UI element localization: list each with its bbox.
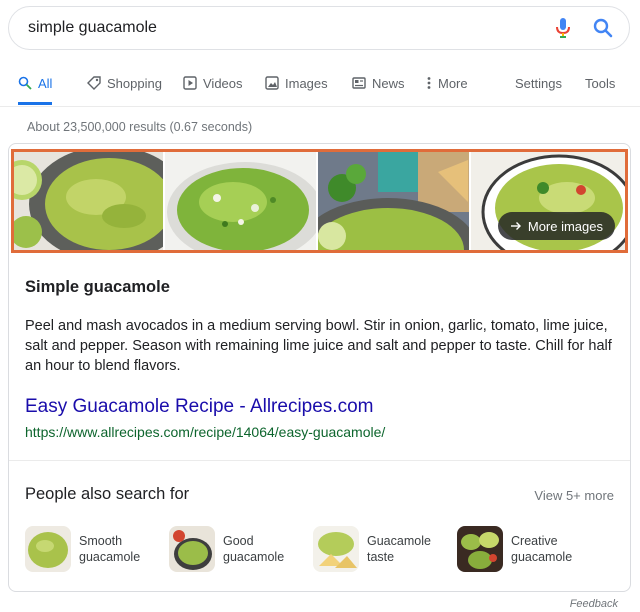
tab-images[interactable]: Images bbox=[265, 62, 328, 104]
search-input[interactable]: simple guacamole bbox=[28, 19, 543, 37]
pasf-thumbnail bbox=[169, 526, 215, 572]
knowledge-description: Peel and mash avocados in a medium servi… bbox=[25, 318, 612, 374]
pasf-item-guacamole-taste[interactable]: Guacamole taste bbox=[313, 524, 447, 574]
settings-link[interactable]: Settings bbox=[515, 62, 562, 104]
tag-icon bbox=[87, 76, 101, 90]
search-tabs: All Shopping Videos Images News More Set… bbox=[0, 62, 640, 107]
newspaper-icon bbox=[352, 77, 366, 89]
image-strip: More images bbox=[11, 149, 628, 253]
feedback-link[interactable]: Feedback bbox=[570, 598, 618, 610]
search-icon bbox=[18, 76, 32, 90]
tools-link[interactable]: Tools bbox=[585, 62, 615, 104]
pasf-label-line: Guacamole bbox=[367, 534, 431, 548]
arrow-right-icon bbox=[510, 222, 521, 230]
pasf-label-line: taste bbox=[367, 550, 395, 564]
play-icon bbox=[183, 76, 197, 90]
tab-news[interactable]: News bbox=[352, 62, 405, 104]
tab-videos[interactable]: Videos bbox=[183, 62, 243, 104]
guacamole-image-3[interactable] bbox=[317, 152, 469, 250]
pasf-label-line: Creative bbox=[511, 534, 558, 548]
pasf-label-line: Good bbox=[223, 534, 254, 548]
result-link-title[interactable]: Easy Guacamole Recipe - Allrecipes.com bbox=[25, 396, 373, 418]
pasf-label: Smooth guacamole bbox=[79, 533, 159, 565]
pasf-label: Guacamole taste bbox=[367, 533, 447, 565]
view-more-link[interactable]: View 5+ more bbox=[534, 488, 614, 503]
pasf-label-line: guacamole bbox=[511, 550, 573, 564]
guacamole-image-1[interactable] bbox=[14, 152, 164, 250]
kebab-icon bbox=[427, 77, 431, 89]
tab-more[interactable]: More bbox=[426, 62, 468, 104]
knowledge-card: More images Simple guacamole Peel and ma… bbox=[8, 143, 631, 592]
guacamole-image-4[interactable]: More images bbox=[470, 152, 625, 250]
results-count: About 23,500,000 results (0.67 seconds) bbox=[27, 120, 253, 134]
more-images-label: More images bbox=[527, 218, 603, 234]
result-link-url[interactable]: https://www.allrecipes.com/recipe/14064/… bbox=[25, 424, 385, 440]
more-images-button[interactable]: More images bbox=[497, 212, 615, 240]
guacamole-image-2[interactable] bbox=[165, 152, 316, 250]
tab-all-label: All bbox=[38, 75, 53, 91]
image-icon bbox=[265, 76, 279, 90]
tab-shopping-label: Shopping bbox=[107, 75, 162, 91]
knowledge-title: Simple guacamole bbox=[25, 278, 170, 296]
pasf-thumbnail bbox=[25, 526, 71, 572]
pasf-item-smooth-guacamole[interactable]: Smooth guacamole bbox=[25, 524, 159, 574]
pasf-item-creative-guacamole[interactable]: Creative guacamole bbox=[457, 524, 591, 574]
divider bbox=[9, 460, 630, 461]
pasf-item-good-guacamole[interactable]: Good guacamole bbox=[169, 524, 303, 574]
pasf-label-line: guacamole bbox=[79, 550, 141, 564]
pasf-thumbnail bbox=[457, 526, 503, 572]
search-icon[interactable] bbox=[583, 8, 623, 48]
people-also-search-title: People also search for bbox=[25, 485, 190, 503]
tab-news-label: News bbox=[372, 75, 405, 91]
tab-videos-label: Videos bbox=[203, 75, 243, 91]
pasf-thumbnail bbox=[313, 526, 359, 572]
tab-shopping[interactable]: Shopping bbox=[87, 62, 162, 104]
pasf-label-line: guacamole bbox=[223, 550, 285, 564]
tab-all[interactable]: All bbox=[18, 62, 53, 105]
tab-more-label: More bbox=[438, 75, 468, 91]
pasf-label: Good guacamole bbox=[223, 533, 303, 565]
search-bar[interactable]: simple guacamole bbox=[8, 6, 630, 50]
pasf-label-line: Smooth bbox=[79, 534, 123, 548]
pasf-label: Creative guacamole bbox=[511, 533, 591, 565]
microphone-icon[interactable] bbox=[543, 8, 583, 48]
tab-images-label: Images bbox=[285, 75, 328, 91]
